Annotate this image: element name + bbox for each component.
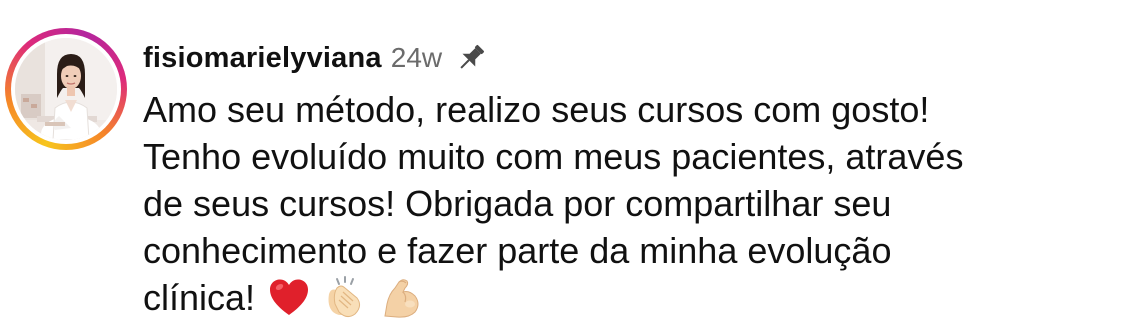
comment-line-1: Amo seu método, realizo seus cursos com …	[143, 89, 930, 130]
username-link[interactable]: fisiomarielyviana	[143, 42, 382, 75]
timestamp: 24w	[390, 42, 443, 73]
comment-line-4: conhecimento e fazer parte da minha evol…	[143, 230, 892, 271]
comment-last-line: clínica!	[143, 274, 1118, 321]
comment-line-3: de seus cursos! Obrigada por compartilha…	[143, 183, 892, 224]
red-heart-icon	[267, 276, 311, 320]
avatar-photo	[15, 38, 117, 140]
comment-text: Amo seu método, realizo seus cursos com …	[143, 86, 1118, 321]
comment-line-2: Tenho evoluído muito com meus pacientes,…	[143, 136, 964, 177]
comment-line-5: clínica!	[143, 277, 256, 318]
avatar[interactable]	[15, 38, 117, 140]
clapping-hands-icon	[323, 275, 367, 320]
avatar-story-ring[interactable]	[5, 28, 127, 150]
comment-header: fisiomarielyviana 24w	[143, 36, 488, 80]
comment-item: fisiomarielyviana 24w Amo seu método, re…	[0, 0, 1131, 329]
pin-icon	[454, 41, 488, 75]
flexed-biceps-icon	[379, 276, 423, 320]
avatar-gap	[11, 34, 121, 144]
